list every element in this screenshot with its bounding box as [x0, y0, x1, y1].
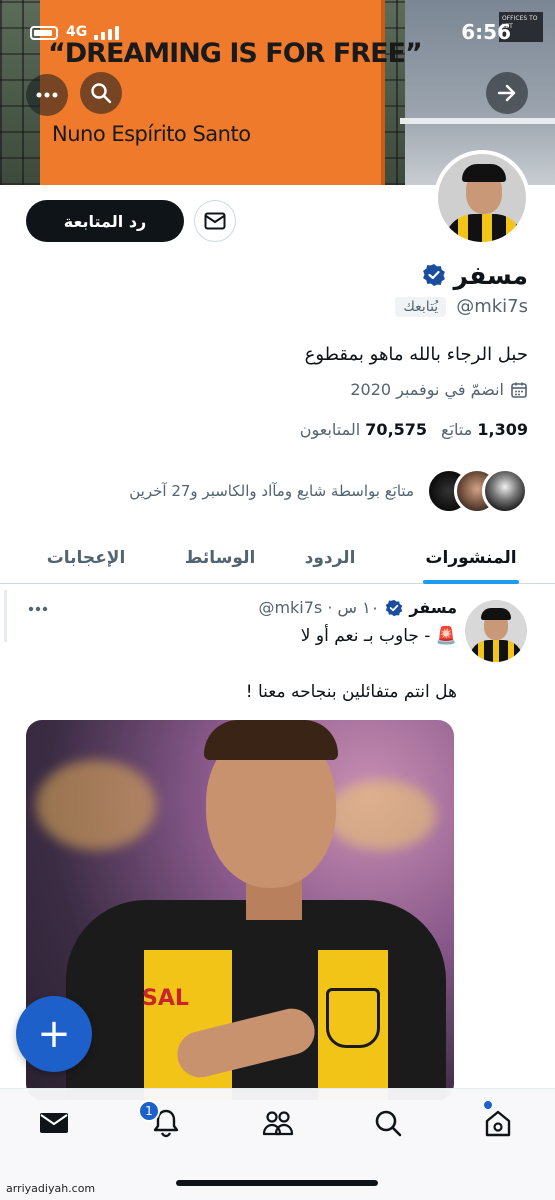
post-text-line-1: 🚨 - جاوب بـ نعم أو لا: [300, 626, 457, 646]
search-icon: [91, 83, 112, 104]
post-header: مسفر @mki7s · ١٠ س: [258, 598, 457, 617]
profile-name-row: مسفر: [422, 256, 528, 294]
network-type: 4G: [66, 24, 88, 40]
followed-by-text: متابَع بواسطة شايع ومآاد والكاسبر و27 آخ…: [129, 482, 414, 500]
watermark: arriyadiyah.com: [6, 1182, 96, 1195]
following-count: 1,309: [477, 420, 528, 439]
more-icon: [36, 92, 58, 98]
nav-home[interactable]: [478, 1103, 518, 1143]
post-avatar[interactable]: [465, 600, 527, 662]
tab-media[interactable]: الوسائط: [175, 532, 265, 584]
nav-search[interactable]: [368, 1103, 408, 1143]
search-profile-button[interactable]: [80, 72, 122, 114]
back-button[interactable]: [486, 72, 528, 114]
follower-avatar: [482, 468, 528, 514]
followed-by-avatars: [424, 468, 528, 514]
tab-replies-label: الردود: [304, 548, 356, 568]
profile-joined: انضمّ في نوفمبر 2020: [350, 380, 528, 399]
joined-text: انضمّ في نوفمبر 2020: [350, 380, 504, 399]
post-more-button[interactable]: [28, 596, 48, 617]
compose-button[interactable]: +: [16, 996, 92, 1072]
profile-tabs: المنشورات الردود الوسائط الإعجابات: [0, 532, 555, 584]
status-time: 6:56: [461, 20, 511, 44]
envelope-icon: [40, 1113, 68, 1133]
battery-icon: [30, 26, 58, 40]
followers-count-link[interactable]: 70,575 المتابعون: [300, 420, 427, 439]
profile-avatar[interactable]: [434, 150, 530, 246]
post-author-name[interactable]: مسفر: [409, 598, 457, 617]
banner-signature: Nuno Espírito Santo: [52, 122, 251, 146]
nav-messages[interactable]: [34, 1103, 74, 1143]
tab-likes-label: الإعجابات: [46, 548, 126, 568]
post-text-line-2: هل انتم متفائلين بنجاحه معنا !: [245, 682, 457, 702]
following-label: متابَع: [441, 420, 473, 439]
envelope-icon: [204, 212, 226, 230]
profile-bio: حبل الرجاء بالله ماهو بمقطوع: [304, 344, 528, 365]
follows-you-badge: يُتابعك: [395, 296, 447, 317]
profile-name: مسفر: [453, 260, 528, 290]
verified-badge-icon: [422, 264, 445, 286]
tab-likes[interactable]: الإعجابات: [31, 532, 141, 584]
follow-counts: 1,309 متابَع 70,575 المتابعون: [300, 420, 528, 439]
search-icon: [375, 1110, 402, 1137]
calendar-icon: [511, 382, 527, 398]
club-crest: [326, 988, 380, 1048]
signal-icon: [94, 26, 120, 40]
profile-handle: @mki7s: [456, 296, 528, 317]
arrow-right-icon: [497, 84, 516, 102]
profile-handle-row: يُتابعك @mki7s: [395, 296, 528, 317]
following-count-link[interactable]: 1,309 متابَع: [441, 420, 528, 439]
post-meta: @mki7s · ١٠ س: [258, 598, 380, 617]
followers-count: 70,575: [365, 420, 428, 439]
more-icon: [28, 606, 48, 612]
message-button[interactable]: [194, 200, 236, 242]
home-unread-dot: [484, 1101, 492, 1109]
status-bar: 4G 6:56: [0, 18, 555, 48]
tab-replies[interactable]: الردود: [285, 532, 375, 584]
verified-badge-icon: [386, 599, 403, 616]
shirt-sponsor: SAL: [142, 986, 189, 1011]
thread-line: [4, 590, 7, 642]
followed-by-row[interactable]: متابَع بواسطة شايع ومآاد والكاسبر و27 آخ…: [28, 468, 528, 514]
tab-active-indicator: [423, 580, 519, 584]
banner-rail: [400, 118, 555, 124]
more-options-button[interactable]: [26, 74, 68, 116]
tab-posts[interactable]: المنشورات: [411, 532, 531, 584]
communities-icon: [262, 1111, 294, 1136]
tab-posts-label: المنشورات: [425, 548, 517, 568]
home-icon: [485, 1110, 511, 1137]
follow-back-button[interactable]: رد المتابعة: [26, 200, 184, 242]
home-indicator[interactable]: [176, 1180, 378, 1186]
followers-label: المتابعون: [299, 420, 361, 439]
notifications-badge: 1: [138, 1100, 160, 1122]
nav-communities[interactable]: [258, 1103, 298, 1143]
tab-media-label: الوسائط: [184, 548, 256, 568]
